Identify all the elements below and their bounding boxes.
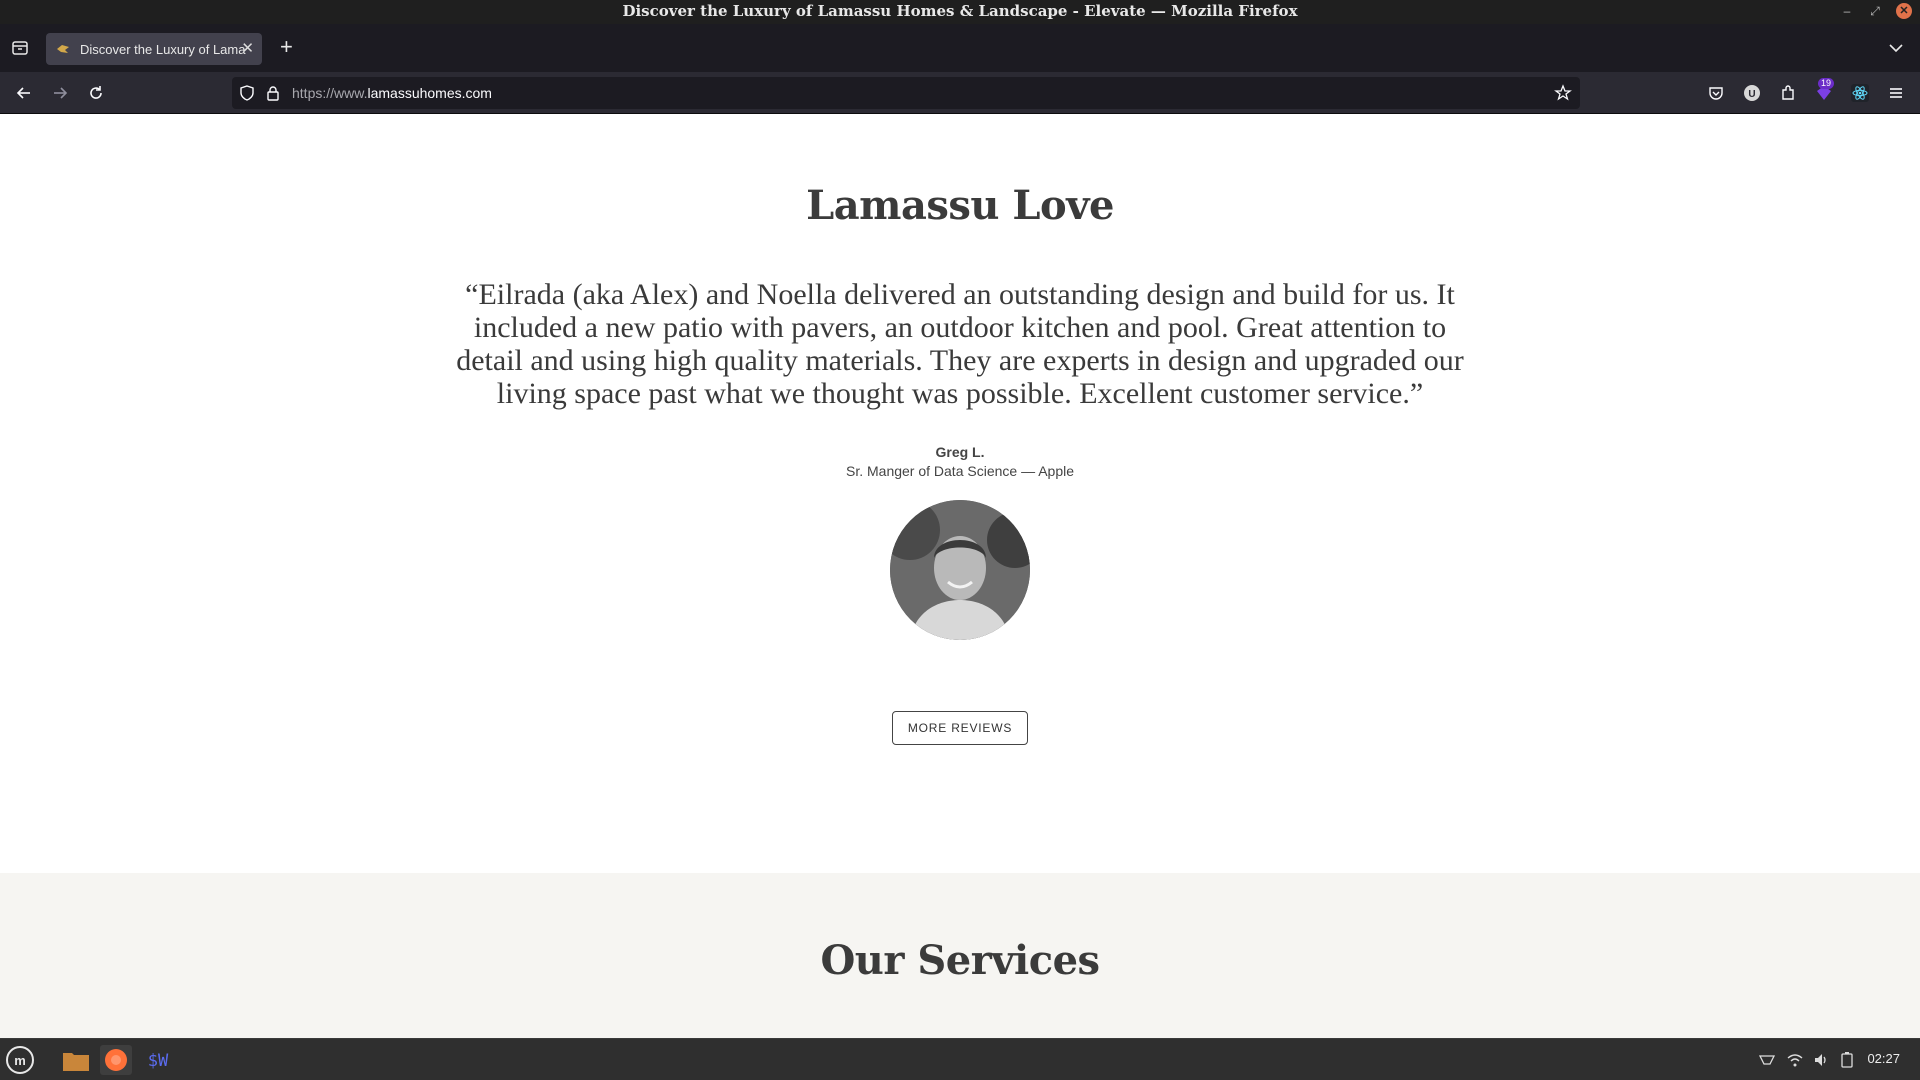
new-tab-icon[interactable]: + xyxy=(280,36,293,58)
gpu-tray-icon[interactable] xyxy=(1758,1051,1776,1069)
extensions-puzzle-icon[interactable] xyxy=(1778,83,1798,103)
firefox-taskbar-item[interactable] xyxy=(100,1045,132,1075)
volume-icon[interactable] xyxy=(1812,1051,1830,1069)
battery-icon[interactable] xyxy=(1838,1051,1856,1069)
testimonial-role: Sr. Manger of Data Science — Apple xyxy=(845,463,1074,479)
minimize-icon[interactable]: – xyxy=(1840,3,1854,19)
close-tab-icon[interactable]: ✕ xyxy=(241,39,254,57)
svg-text:U: U xyxy=(1748,89,1755,100)
svg-text:$W: $W xyxy=(148,1051,169,1071)
url-domain: lamassuhomes.com xyxy=(367,85,492,101)
firefox-view-icon[interactable] xyxy=(10,38,30,58)
lock-icon[interactable] xyxy=(264,84,282,102)
extension-badge: 19 xyxy=(1818,78,1835,89)
wifi-icon[interactable] xyxy=(1786,1051,1804,1069)
pocket-icon[interactable] xyxy=(1706,83,1726,103)
testimonial-quote: “Eilrada (aka Alex) and Noella delivered… xyxy=(456,278,1464,410)
services-title: Our Services xyxy=(820,937,1100,984)
url-text[interactable]: https://www.lamassuhomes.com xyxy=(292,85,492,101)
files-icon[interactable] xyxy=(60,1045,92,1075)
navigation-bar: https://www.lamassuhomes.com U 19 xyxy=(0,72,1920,114)
window-controls: – ⤢ ✕ xyxy=(1840,3,1912,19)
back-icon[interactable] xyxy=(14,83,34,103)
ublock-icon[interactable]: U xyxy=(1742,83,1762,103)
taskbar: m $W 02:27 xyxy=(0,1038,1920,1080)
testimonial-author: Greg L. xyxy=(935,444,985,460)
forward-icon[interactable] xyxy=(50,83,70,103)
lamassu-favicon-icon xyxy=(57,45,69,53)
svg-text:m: m xyxy=(14,1053,26,1068)
window-title: Discover the Luxury of Lamassu Homes & L… xyxy=(622,2,1298,20)
testimonial-section: Lamassu Love “Eilrada (aka Alex) and Noe… xyxy=(0,114,1920,873)
more-reviews-button[interactable]: MORE REVIEWS xyxy=(892,711,1028,745)
bookmark-star-icon[interactable] xyxy=(1554,84,1572,102)
react-devtools-icon[interactable] xyxy=(1850,83,1870,103)
menu-icon[interactable]: m xyxy=(4,1045,36,1075)
avatar-portrait-icon xyxy=(890,500,1030,640)
reload-icon[interactable] xyxy=(86,83,106,103)
list-all-tabs-icon[interactable] xyxy=(1886,38,1906,58)
web-page: Lamassu Love “Eilrada (aka Alex) and Noe… xyxy=(0,114,1920,1038)
avatar xyxy=(890,500,1030,640)
close-window-icon[interactable]: ✕ xyxy=(1896,3,1912,19)
clock[interactable]: 02:27 xyxy=(1867,1051,1900,1066)
maximize-icon[interactable]: ⤢ xyxy=(1868,3,1882,19)
tracking-protection-shield-icon[interactable] xyxy=(238,84,256,102)
tab-strip: Discover the Luxury of Lamassu Homes & L… xyxy=(0,24,1920,72)
firefox-icon xyxy=(105,1049,127,1071)
url-bar[interactable]: https://www.lamassuhomes.com xyxy=(232,77,1580,109)
section-title: Lamassu Love xyxy=(806,182,1114,229)
window-titlebar: Discover the Luxury of Lamassu Homes & L… xyxy=(0,0,1920,24)
services-section: Our Services xyxy=(0,873,1920,1038)
tab-label: Discover the Luxury of Lamassu Homes & L… xyxy=(80,41,246,57)
url-prefix: https://www. xyxy=(292,85,368,101)
terminal-icon[interactable]: $W xyxy=(142,1045,174,1075)
tab-active[interactable]: Discover the Luxury of Lamassu Homes & L… xyxy=(46,33,262,65)
hamburger-menu-icon[interactable] xyxy=(1886,83,1906,103)
